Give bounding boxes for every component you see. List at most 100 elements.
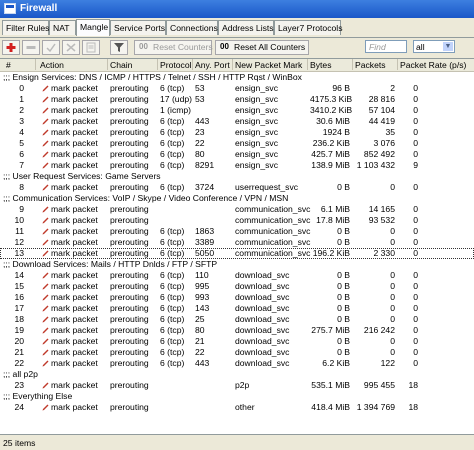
remove-button[interactable] xyxy=(22,40,40,55)
title-bar[interactable]: Firewall xyxy=(0,0,474,18)
filter-select[interactable]: all ▼ xyxy=(413,40,455,53)
table-row[interactable]: 22 mark packet prerouting 6 (tcp) 443 downloa… xyxy=(0,358,474,369)
col-divider[interactable] xyxy=(232,59,233,70)
cell-packet-rate: 9 xyxy=(413,160,418,170)
mark-packet-icon xyxy=(42,282,49,290)
cell-packet-rate: 0 xyxy=(413,149,418,159)
tab-filter-rules[interactable]: Filter Rules xyxy=(2,20,49,35)
disable-button[interactable] xyxy=(62,40,80,55)
col-divider[interactable] xyxy=(157,59,158,70)
table-row[interactable]: 10 mark packet prerouting communication_svc… xyxy=(0,215,474,226)
cell-packets: 35 xyxy=(385,127,395,137)
col-header-packet-rate[interactable]: Packet Rate (p/s) xyxy=(400,60,466,70)
comment-row[interactable]: ;;; User Request Services: Game Servers xyxy=(0,171,474,182)
cell-protocol: 6 (tcp) xyxy=(160,358,185,368)
table-row[interactable]: 0 mark packet prerouting 6 (tcp) 53 ensign_sv… xyxy=(0,83,474,94)
table-row[interactable]: 13 mark packet prerouting 6 (tcp) 5050 commun… xyxy=(0,248,474,259)
col-divider[interactable] xyxy=(192,59,193,70)
mark-packet-icon xyxy=(42,326,49,334)
note-icon xyxy=(86,42,96,53)
table-row[interactable]: 6 mark packet prerouting 6 (tcp) 80 ensign_sv… xyxy=(0,149,474,160)
cell-packet-mark: ensign_svc xyxy=(235,83,278,93)
table-row[interactable]: 1 mark packet prerouting 17 (udp) 53 ensign_s… xyxy=(0,94,474,105)
mark-packet-icon xyxy=(42,315,49,323)
comment-button[interactable] xyxy=(82,40,100,55)
tab-connections[interactable]: Connections xyxy=(166,20,218,35)
table-row[interactable]: 15 mark packet prerouting 6 (tcp) 995 downloa… xyxy=(0,281,474,292)
cell-port: 22 xyxy=(195,347,205,357)
cell-bytes: 0 B xyxy=(337,270,350,280)
col-header-chain[interactable]: Chain xyxy=(110,60,132,70)
table-row[interactable]: 17 mark packet prerouting 6 (tcp) 143 downloa… xyxy=(0,303,474,314)
table-row[interactable]: 12 mark packet prerouting 6 (tcp) 3389 commun… xyxy=(0,237,474,248)
cell-port: 8291 xyxy=(195,160,215,170)
reset-all-counters-button[interactable]: 00 Reset All Counters xyxy=(215,40,309,55)
comment-row[interactable]: ;;; Communication Services: VoIP / Skype… xyxy=(0,193,474,204)
cell-bytes: 0 B xyxy=(337,347,350,357)
action-label: mark packet xyxy=(51,325,98,335)
cell-action: mark packet xyxy=(42,336,98,347)
row-comment: ;;; Download Services: Mails / HTTP Dnld… xyxy=(3,259,218,269)
col-divider[interactable] xyxy=(35,59,36,70)
cell-number: 4 xyxy=(19,127,24,137)
table-row[interactable]: 21 mark packet prerouting 6 (tcp) 22 download… xyxy=(0,347,474,358)
tab-service-ports[interactable]: Service Ports xyxy=(110,20,166,35)
cell-chain: prerouting xyxy=(110,281,149,291)
table-row[interactable]: 8 mark packet prerouting 6 (tcp) 3724 userreq… xyxy=(0,182,474,193)
cell-packet-mark: ensign_svc xyxy=(235,116,278,126)
table-row[interactable]: 11 mark packet prerouting 6 (tcp) 1863 commun… xyxy=(0,226,474,237)
cell-bytes: 236.2 KiB xyxy=(312,138,350,148)
col-header-new-packet-mark[interactable]: New Packet Mark xyxy=(235,60,302,70)
table-row[interactable]: 4 mark packet prerouting 6 (tcp) 23 ensign_sv… xyxy=(0,127,474,138)
cell-protocol: 6 (tcp) xyxy=(160,237,185,247)
cell-chain: prerouting xyxy=(110,94,149,104)
table-row[interactable]: 7 mark packet prerouting 6 (tcp) 8291 ensign_… xyxy=(0,160,474,171)
comment-row[interactable]: ;;; all p2p xyxy=(0,369,474,380)
cell-number: 3 xyxy=(19,116,24,126)
enable-button[interactable] xyxy=(42,40,60,55)
table-row[interactable]: 5 mark packet prerouting 6 (tcp) 22 ensign_sv… xyxy=(0,138,474,149)
col-header-action[interactable]: Action xyxy=(40,60,64,70)
cell-packets: 995 455 xyxy=(363,380,395,390)
table-row[interactable]: 2 mark packet prerouting 1 (icmp) ensign_svc… xyxy=(0,105,474,116)
comment-row[interactable]: ;;; Everything Else xyxy=(0,391,474,402)
add-button[interactable] xyxy=(2,40,20,55)
col-divider[interactable] xyxy=(397,59,398,70)
cell-protocol: 6 (tcp) xyxy=(160,138,185,148)
tab-layer7-protocols[interactable]: Layer7 Protocols xyxy=(274,20,343,35)
cell-packets: 0 xyxy=(390,237,395,247)
table-row[interactable]: 18 mark packet prerouting 6 (tcp) 25 download… xyxy=(0,314,474,325)
toolbar: 00 Reset Counters 00 Reset All Counters … xyxy=(0,37,474,57)
mark-packet-icon xyxy=(42,271,49,279)
table-row[interactable]: 14 mark packet prerouting 6 (tcp) 110 downloa… xyxy=(0,270,474,281)
col-header-bytes[interactable]: Bytes xyxy=(310,60,332,70)
cell-chain: prerouting xyxy=(110,83,149,93)
table-row[interactable]: 9 mark packet prerouting communication_svc 6… xyxy=(0,204,474,215)
cell-packet-mark: ensign_svc xyxy=(235,94,278,104)
col-header-packets[interactable]: Packets xyxy=(355,60,386,70)
col-header-protocol[interactable]: Protocol xyxy=(160,60,192,70)
find-input[interactable]: Find xyxy=(365,40,407,53)
table-row[interactable]: 20 mark packet prerouting 6 (tcp) 21 download… xyxy=(0,336,474,347)
cell-port: 53 xyxy=(195,83,205,93)
col-divider[interactable] xyxy=(107,59,108,70)
table-row[interactable]: 24 mark packet prerouting other 418.4 MiB 1 3… xyxy=(0,402,474,413)
reset-counters-button[interactable]: 00 Reset Counters xyxy=(134,40,213,55)
col-header-any-port[interactable]: Any. Port xyxy=(195,60,230,70)
cell-action: mark packet xyxy=(42,292,98,303)
tab-nat[interactable]: NAT xyxy=(49,20,76,35)
table-row[interactable]: 23 mark packet prerouting p2p 535.1 MiB 995 4… xyxy=(0,380,474,391)
table-row[interactable]: 19 mark packet prerouting 6 (tcp) 80 download… xyxy=(0,325,474,336)
tab-mangle[interactable]: Mangle xyxy=(76,19,110,36)
table-row[interactable]: 16 mark packet prerouting 6 (tcp) 993 downloa… xyxy=(0,292,474,303)
tab-address-lists[interactable]: Address Lists xyxy=(218,20,274,35)
comment-row[interactable]: ;;; Download Services: Mails / HTTP Dnld… xyxy=(0,259,474,270)
col-divider[interactable] xyxy=(307,59,308,70)
comment-row[interactable]: ;;; Ensign Services: DNS / ICMP / HTTPS … xyxy=(0,72,474,83)
filter-button[interactable] xyxy=(110,40,128,55)
table-row[interactable]: 3 mark packet prerouting 6 (tcp) 443 ensign_s… xyxy=(0,116,474,127)
cell-protocol: 6 (tcp) xyxy=(160,116,185,126)
col-header-number[interactable]: # xyxy=(6,60,11,70)
mark-packet-icon xyxy=(42,238,49,246)
col-divider[interactable] xyxy=(352,59,353,70)
